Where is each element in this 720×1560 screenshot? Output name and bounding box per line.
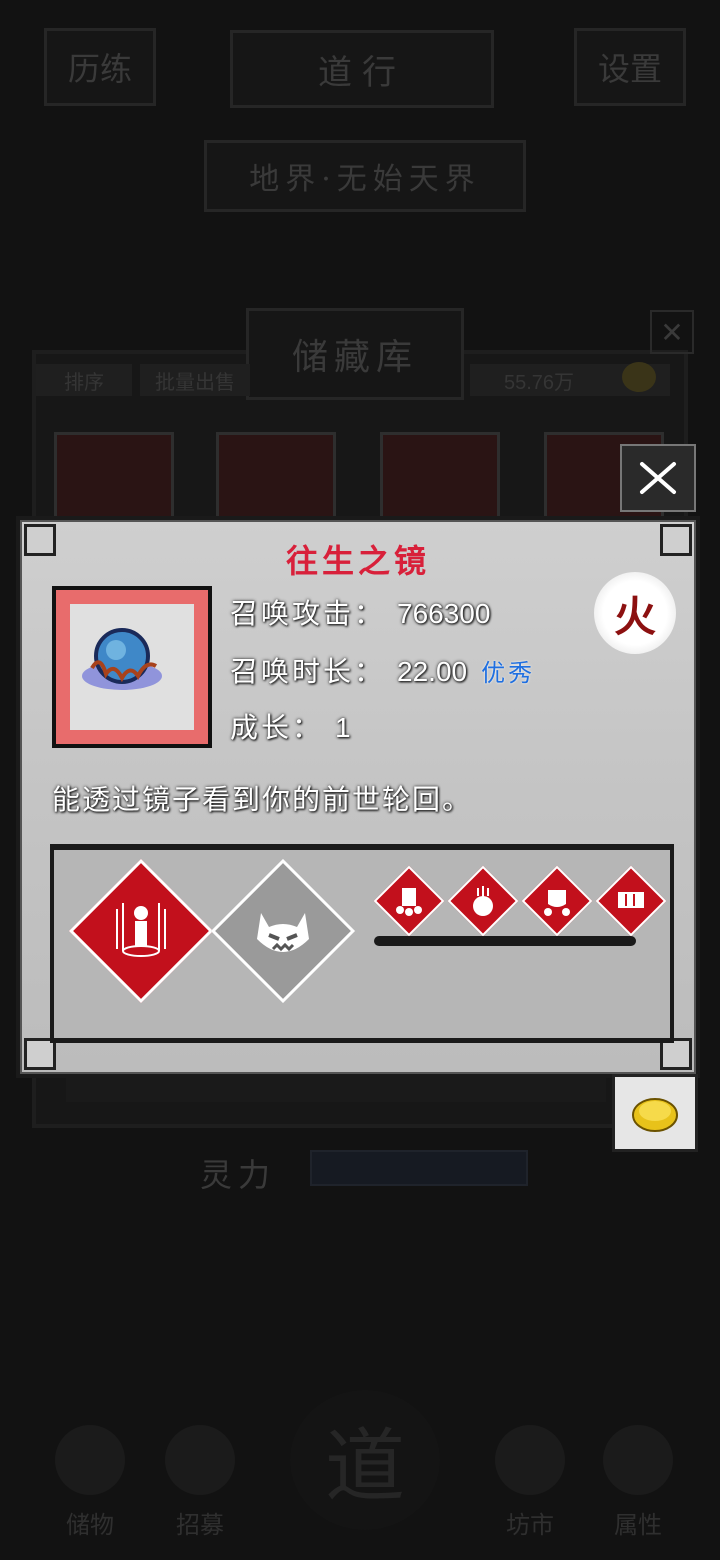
experience-button[interactable]: 历练 bbox=[44, 28, 156, 106]
summon-duration-value: 22.00 bbox=[397, 656, 468, 687]
storage-title-plate: 储藏库 bbox=[246, 308, 464, 400]
item-portrait bbox=[52, 586, 212, 748]
close-button[interactable] bbox=[620, 444, 696, 512]
storage-title: 储藏库 bbox=[291, 337, 418, 378]
nav-attributes[interactable]: 属性 bbox=[588, 1400, 688, 1540]
bag-icon bbox=[55, 1425, 125, 1495]
summon-attack-stat: 召唤攻击： 766300 bbox=[230, 592, 490, 632]
nav-storage[interactable]: 储物 bbox=[40, 1400, 140, 1540]
dao-banner: 道行 bbox=[230, 30, 494, 108]
storage-close-icon[interactable]: ✕ bbox=[650, 310, 694, 354]
growth-stat: 成长： 1 bbox=[230, 706, 351, 746]
close-icon bbox=[640, 462, 676, 494]
banner-buff-icon[interactable] bbox=[595, 865, 667, 937]
skull-buff-icon[interactable] bbox=[373, 865, 445, 937]
realm-label: 地界·无始天界 bbox=[249, 162, 481, 197]
settings-button[interactable]: 设置 bbox=[574, 28, 686, 106]
mirror-icon bbox=[70, 604, 194, 730]
sort-tab[interactable]: 排序 bbox=[36, 364, 132, 396]
experience-label: 历练 bbox=[67, 50, 132, 88]
summon-duration-label: 召唤时长： bbox=[230, 655, 386, 688]
item-name: 往生之镜 bbox=[285, 542, 430, 580]
skill-panel bbox=[50, 844, 674, 1043]
batch-sell-label: 批量出售 bbox=[155, 369, 235, 394]
dao-banner-label: 道行 bbox=[318, 52, 406, 93]
realm-banner: 地界·无始天界 bbox=[204, 140, 526, 212]
nav-recruit-label: 招募 bbox=[176, 1511, 224, 1539]
summon-duration-stat: 召唤时长： 22.00 优秀 bbox=[230, 650, 535, 690]
mask-buff-icon[interactable] bbox=[521, 865, 593, 937]
demon-face-icon[interactable] bbox=[210, 858, 356, 1004]
summon-skill-icon[interactable] bbox=[68, 858, 214, 1004]
quality-badge: 优秀 bbox=[481, 659, 536, 687]
summon-attack-value: 766300 bbox=[397, 598, 491, 629]
item-description: 能透过镜子看到你的前世轮回。 bbox=[52, 783, 473, 816]
yin-yang-icon bbox=[603, 1425, 673, 1495]
element-badge: 火 bbox=[594, 572, 676, 654]
nav-market[interactable]: 坊市 bbox=[480, 1400, 580, 1540]
growth-value: 1 bbox=[335, 712, 351, 743]
element-label: 火 bbox=[613, 591, 656, 641]
batch-sell-tab[interactable]: 批量出售 bbox=[140, 364, 250, 396]
recruit-icon bbox=[165, 1425, 235, 1495]
coin-button[interactable] bbox=[612, 1074, 698, 1152]
coin-icon bbox=[632, 1098, 678, 1132]
nav-market-label: 坊市 bbox=[506, 1511, 554, 1539]
coin-icon bbox=[622, 362, 656, 392]
nav-attributes-label: 属性 bbox=[614, 1511, 662, 1539]
item-detail-dialog: 往生之镜 召唤攻击： 766300 召唤时长： 22.00 优秀 成长： 1 火 能透过… bbox=[16, 516, 700, 1078]
summon-attack-label: 召唤攻击： bbox=[230, 597, 386, 630]
coins-stack-icon bbox=[495, 1425, 565, 1495]
sort-tab-label: 排序 bbox=[64, 369, 104, 394]
nav-storage-label: 储物 bbox=[66, 1511, 114, 1539]
nav-recruit[interactable]: 招募 bbox=[150, 1400, 250, 1540]
spirit-power-bar bbox=[310, 1150, 528, 1186]
currency-amount: 55.76万 bbox=[504, 371, 575, 394]
spirit-power-label: 灵力 bbox=[200, 1156, 277, 1194]
growth-label: 成长： bbox=[230, 711, 324, 744]
nav-dao[interactable]: 道 bbox=[290, 1390, 440, 1530]
brush-divider bbox=[374, 936, 636, 946]
nav-dao-label: 道 bbox=[325, 1420, 405, 1513]
weapon-buff-icon[interactable] bbox=[447, 865, 519, 937]
settings-label: 设置 bbox=[597, 50, 662, 88]
